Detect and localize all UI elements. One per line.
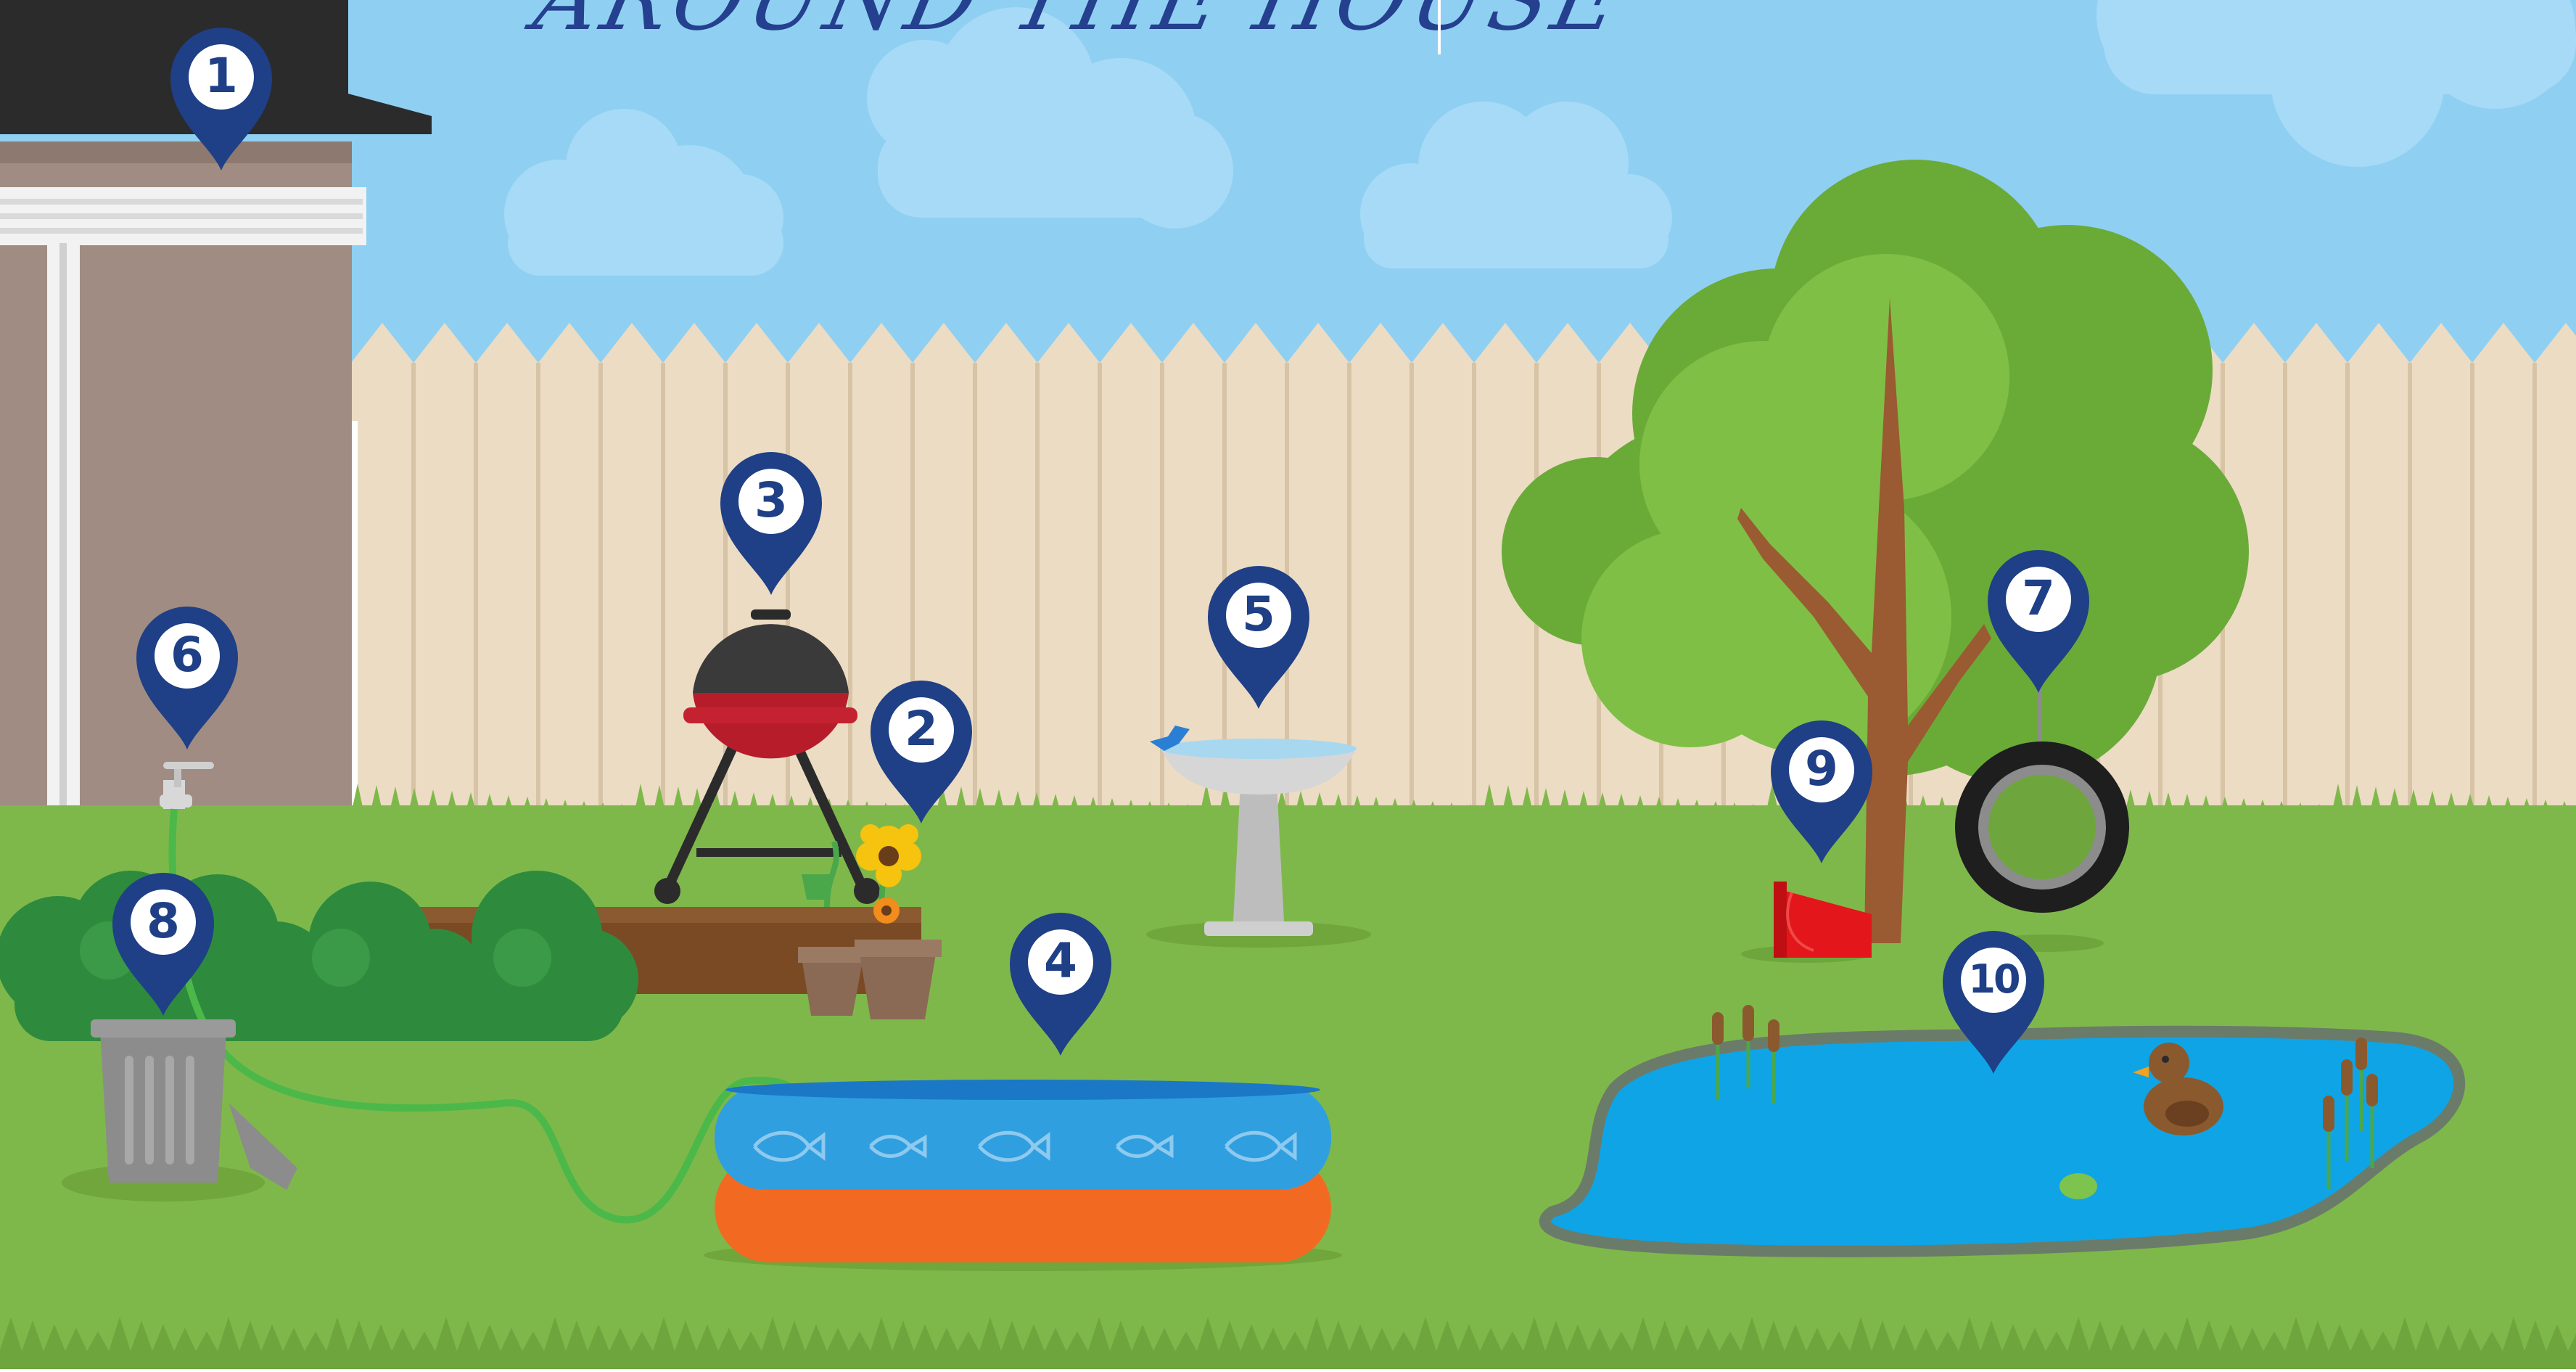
pin-number: 3 [754, 472, 788, 528]
location-pin-2[interactable]: 2 [867, 675, 976, 827]
pin-number: 6 [170, 627, 204, 683]
pin-number: 9 [1805, 741, 1838, 797]
pin-number: 2 [905, 701, 938, 757]
location-pin-3[interactable]: 3 [717, 446, 826, 599]
location-pin-9[interactable]: 9 [1767, 715, 1876, 867]
pin-number: 5 [1242, 586, 1275, 642]
location-pin-10[interactable]: 10 [1939, 925, 2048, 1077]
backyard-scene: AROUND THE HOUSE 1 2 3 4 5 6 7 8 9 10 [0, 0, 2576, 1369]
kiddie-pool [704, 1080, 1342, 1271]
pin-number: 7 [2022, 570, 2055, 626]
page-title: AROUND THE HOUSE [526, 0, 1633, 50]
location-pin-6[interactable]: 6 [133, 601, 242, 753]
title-divider [1438, 0, 1441, 54]
pin-number: 8 [147, 893, 180, 949]
pin-number: 4 [1044, 933, 1077, 989]
location-pin-8[interactable]: 8 [109, 867, 218, 1019]
location-pin-7[interactable]: 7 [1984, 544, 2093, 697]
location-pin-5[interactable]: 5 [1204, 560, 1313, 712]
pin-number: 10 [1968, 956, 2020, 1002]
pin-number: 1 [205, 48, 238, 104]
location-pin-1[interactable]: 1 [167, 22, 276, 174]
location-pin-4[interactable]: 4 [1006, 907, 1115, 1059]
